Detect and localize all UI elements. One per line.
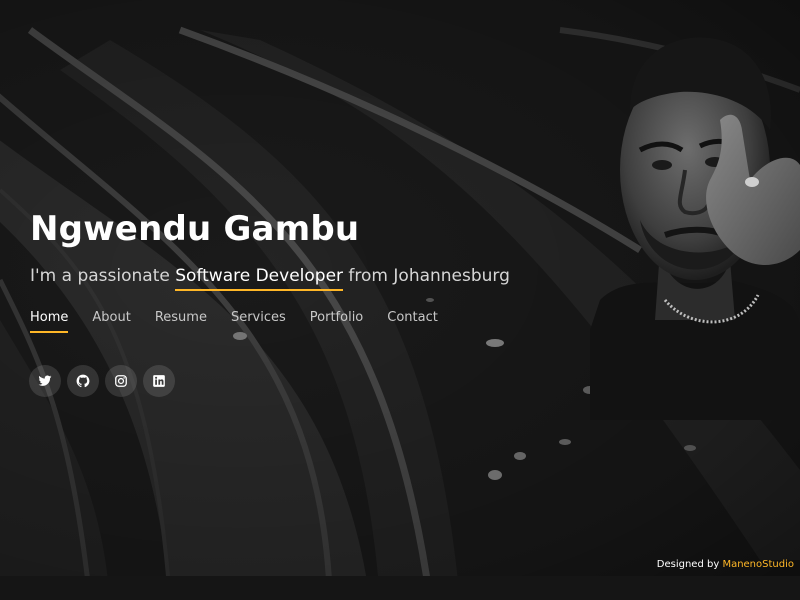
- tagline-typed-text: Software Developer: [175, 266, 344, 291]
- bottom-bar: [0, 576, 800, 600]
- hero-page: Ngwendu Gambu I'm a passionate Software …: [0, 0, 800, 600]
- credit-link[interactable]: ManenoStudio: [722, 559, 794, 570]
- hero-content: Ngwendu Gambu I'm a passionate Software …: [30, 200, 590, 333]
- tagline-suffix: from Johannesburg: [343, 266, 510, 286]
- designer-credit: Designed by ManenoStudio: [657, 559, 794, 570]
- nav-services[interactable]: Services: [231, 310, 286, 333]
- github-link[interactable]: [67, 365, 99, 397]
- instagram-link[interactable]: [105, 365, 137, 397]
- twitter-icon: [38, 375, 52, 386]
- nav-resume[interactable]: Resume: [155, 310, 207, 333]
- twitter-link[interactable]: [29, 365, 61, 397]
- hero-tagline: I'm a passionate Software Developer from…: [30, 262, 590, 291]
- nav-contact[interactable]: Contact: [387, 310, 438, 333]
- github-icon: [76, 374, 90, 388]
- linkedin-link[interactable]: [143, 365, 175, 397]
- instagram-icon: [115, 375, 127, 387]
- nav-portfolio[interactable]: Portfolio: [310, 310, 363, 333]
- main-nav: Home About Resume Services Portfolio Con…: [30, 310, 590, 333]
- linkedin-icon: [153, 375, 165, 387]
- nav-about[interactable]: About: [92, 310, 130, 333]
- hero-name: Ngwendu Gambu: [30, 209, 360, 249]
- profile-portrait-image: [590, 37, 800, 420]
- nav-home[interactable]: Home: [30, 310, 69, 333]
- social-links: [29, 365, 175, 397]
- tagline-prefix: I'm a passionate: [30, 266, 176, 286]
- credit-prefix: Designed by: [656, 559, 723, 570]
